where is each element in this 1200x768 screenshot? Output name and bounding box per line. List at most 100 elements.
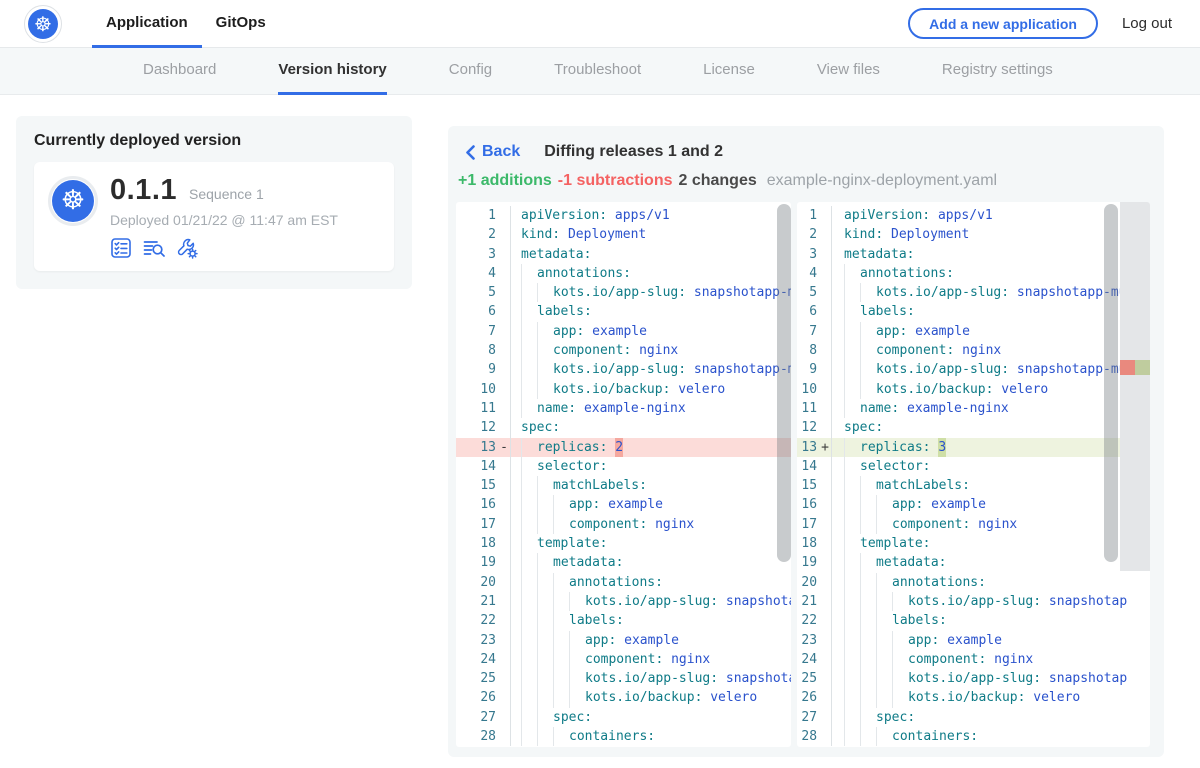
diff-line: 5kots.io/app-slug: snapshotapp-mu	[797, 283, 1150, 302]
indent-guide	[537, 495, 553, 514]
diff-marker	[819, 380, 832, 399]
add-application-button[interactable]: Add a new application	[908, 8, 1098, 39]
diff-line: 3metadata:	[456, 245, 791, 264]
indent-guide	[521, 302, 537, 321]
yaml-value: snapshotap	[726, 592, 791, 611]
scrollbar-thumb[interactable]	[777, 204, 791, 562]
diff-line: 1apiVersion: apps/v1	[797, 206, 1150, 225]
indent-guide	[521, 727, 537, 746]
indent-guide	[892, 669, 908, 688]
yaml-key: app:	[553, 322, 592, 341]
diff-line: 20annotations:	[797, 573, 1150, 592]
indent-guide	[876, 515, 892, 534]
indent-guide	[860, 592, 876, 611]
yaml-key: spec:	[876, 708, 915, 727]
indent-guide	[860, 727, 876, 746]
indent-guide	[537, 708, 553, 727]
indent-guide	[876, 650, 892, 669]
diff-marker	[819, 322, 832, 341]
back-button[interactable]: Back	[466, 143, 520, 161]
kubernetes-wheel-icon: ☸	[52, 180, 94, 222]
line-number: 27	[456, 708, 496, 727]
diff-filename: example-nginx-deployment.yaml	[767, 172, 997, 190]
line-number: 14	[456, 457, 496, 476]
line-number: 16	[456, 495, 496, 514]
sub-tab-view-files[interactable]: View files	[817, 48, 880, 95]
diff-line: 28containers:	[456, 727, 791, 746]
indent-guide	[553, 688, 569, 707]
diff-line: 8component: nginx	[456, 341, 791, 360]
code-text: component: nginx	[832, 650, 1150, 669]
indent-guide	[521, 399, 537, 418]
indent-guide	[569, 650, 585, 669]
yaml-key: app:	[876, 322, 915, 341]
indent-guide	[537, 669, 553, 688]
diff-marker	[498, 225, 511, 244]
yaml-key: kots.io/backup:	[585, 688, 710, 707]
diff-line: 27spec:	[456, 708, 791, 727]
diff-line: 21kots.io/app-slug: snapshotap	[456, 592, 791, 611]
diff-line: 13+replicas: 3	[797, 438, 1150, 457]
top-tab-gitops[interactable]: GitOps	[202, 0, 280, 48]
code-text: spec:	[511, 418, 791, 437]
yaml-key: kots.io/app-slug:	[585, 669, 726, 688]
diff-marker	[498, 669, 511, 688]
indent-guide	[521, 669, 537, 688]
yaml-key: kots.io/backup:	[908, 688, 1033, 707]
line-number: 2	[797, 225, 817, 244]
top-tab-application[interactable]: Application	[92, 0, 202, 48]
diff-line: 15matchLabels:	[456, 476, 791, 495]
indent-guide	[860, 611, 876, 630]
kubernetes-wheel-icon: ☸	[28, 9, 58, 39]
indent-guide	[521, 341, 537, 360]
indent-guide	[553, 592, 569, 611]
yaml-key: annotations:	[892, 573, 986, 592]
indent-guide	[521, 553, 537, 572]
code-text: kots.io/app-slug: snapshotap	[511, 669, 791, 688]
code-text: kind: Deployment	[511, 225, 791, 244]
indent-guide	[537, 573, 553, 592]
scrollbar-thumb[interactable]	[1104, 204, 1118, 562]
code-text: annotations:	[832, 573, 1150, 592]
logout-link[interactable]: Log out	[1122, 15, 1172, 32]
diff-line: 19metadata:	[797, 553, 1150, 572]
version-action-icons	[110, 237, 338, 259]
logs-search-icon[interactable]	[143, 237, 165, 259]
code-text: selector:	[511, 457, 791, 476]
line-number: 15	[456, 476, 496, 495]
sub-tab-config[interactable]: Config	[449, 48, 492, 95]
checklist-icon[interactable]	[110, 237, 132, 259]
sub-tab-dashboard[interactable]: Dashboard	[143, 48, 216, 95]
diff-marker	[819, 476, 832, 495]
sub-tab-troubleshoot[interactable]: Troubleshoot	[554, 48, 641, 95]
indent-guide	[844, 611, 860, 630]
yaml-value: Deployment	[568, 225, 646, 244]
wrench-gear-icon[interactable]	[176, 237, 198, 259]
code-text: annotations:	[511, 573, 791, 592]
kubernetes-logo[interactable]: ☸	[24, 5, 62, 43]
yaml-key: app:	[585, 631, 624, 650]
line-number: 10	[456, 380, 496, 399]
code-text: apiVersion: apps/v1	[511, 206, 791, 225]
indent-guide	[569, 631, 585, 650]
sub-tab-registry-settings[interactable]: Registry settings	[942, 48, 1053, 95]
indent-guide	[844, 322, 860, 341]
diff-line: 28containers:	[797, 727, 1150, 746]
indent-guide	[521, 650, 537, 669]
line-number: 5	[797, 283, 817, 302]
diff-line: 15matchLabels:	[797, 476, 1150, 495]
line-number: 12	[456, 418, 496, 437]
indent-guide	[537, 322, 553, 341]
indent-guide	[521, 495, 537, 514]
overview-removed-mark	[1120, 360, 1135, 375]
yaml-value: snapshotap	[1049, 592, 1127, 611]
indent-guide	[876, 669, 892, 688]
code-text: name: example-nginx	[511, 399, 791, 418]
diff-line: 16app: example	[456, 495, 791, 514]
indent-guide	[553, 573, 569, 592]
sub-tab-version-history[interactable]: Version history	[278, 48, 386, 95]
sub-tab-license[interactable]: License	[703, 48, 755, 95]
code-text: kots.io/app-slug: snapshotap	[511, 592, 791, 611]
yaml-key: apiVersion:	[844, 206, 938, 225]
indent-guide	[537, 631, 553, 650]
